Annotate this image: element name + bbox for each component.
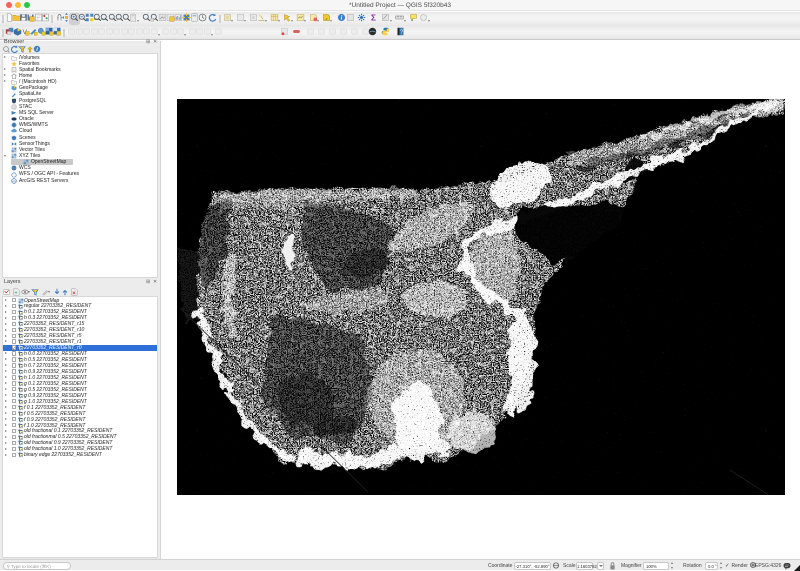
svg-text:Σ: Σ	[371, 14, 376, 23]
svg-text:?: ?	[400, 29, 403, 35]
